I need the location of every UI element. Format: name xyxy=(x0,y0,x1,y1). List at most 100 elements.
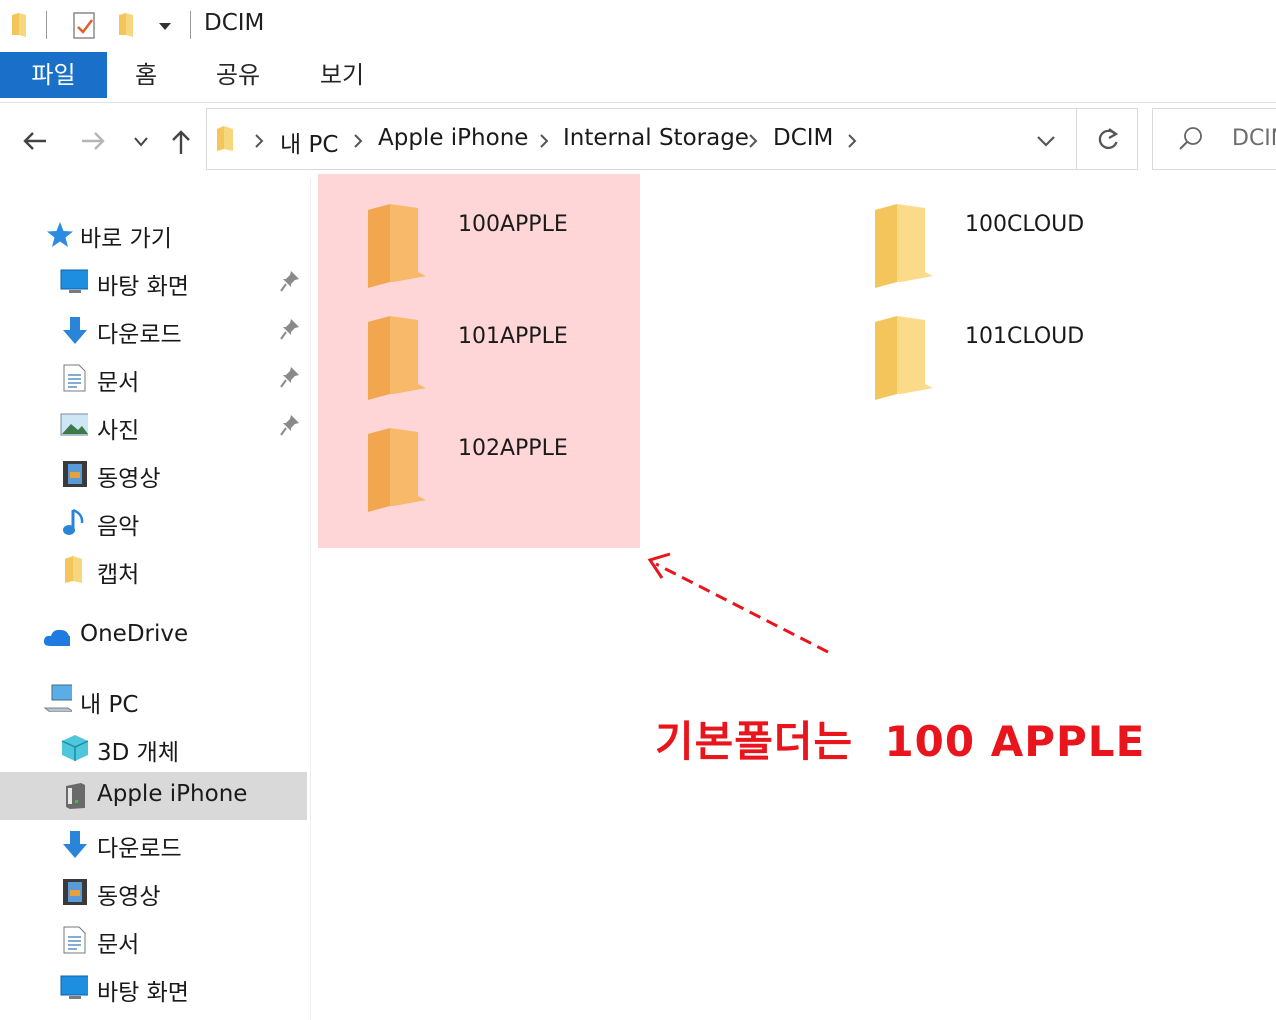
sidebar-item-label: 내 PC xyxy=(80,692,139,718)
download-icon xyxy=(63,317,87,344)
search-input[interactable]: DCIM xyxy=(1232,126,1276,151)
breadcrumb-separator-icon[interactable] xyxy=(538,133,550,149)
sidebar-item-onedrive[interactable]: OneDrive xyxy=(0,612,307,660)
sidebar-item-documents[interactable]: 문서 xyxy=(0,354,307,402)
navigation-pane: 바로 가기 바탕 화면 다운로드 문서 사진 동영상 음악 캡처 OneDriv… xyxy=(0,178,310,1020)
search-icon xyxy=(1179,127,1202,150)
sidebar-item-pictures[interactable]: 사진 xyxy=(0,402,307,450)
desktop-icon xyxy=(60,269,88,293)
sidebar-item-this-pc[interactable]: 내 PC xyxy=(0,676,307,724)
sidebar-item-pc-desktop[interactable]: 바탕 화면 xyxy=(0,964,307,1012)
folder-101apple[interactable]: 101APPLE xyxy=(320,288,620,400)
folder-icon xyxy=(12,13,26,37)
folder-icon xyxy=(368,428,426,512)
refresh-icon xyxy=(1098,128,1119,149)
quick-access-header[interactable]: 바로 가기 xyxy=(0,210,307,258)
breadcrumb-separator-icon[interactable] xyxy=(253,133,265,149)
tab-share[interactable]: 공유 xyxy=(200,52,276,98)
address-history-chevron-icon[interactable] xyxy=(1036,134,1056,148)
tab-file[interactable]: 파일 xyxy=(0,52,107,98)
sidebar-item-pc-documents[interactable]: 문서 xyxy=(0,916,307,964)
pin-icon[interactable] xyxy=(280,270,300,292)
picture-icon xyxy=(60,413,88,436)
folder-icon xyxy=(368,204,426,288)
sidebar-item-pc-downloads[interactable]: 다운로드 xyxy=(0,820,307,868)
up-arrow-icon[interactable] xyxy=(170,128,192,156)
sidebar-item-label: 음악 xyxy=(97,514,140,540)
sidebar-item-apple-iphone[interactable]: Apple iPhone xyxy=(0,772,307,820)
separator xyxy=(190,11,191,39)
ribbon-tabs: 파일 홈 공유 보기 xyxy=(0,52,1276,103)
sidebar-item-videos[interactable]: 동영상 xyxy=(0,450,307,498)
sidebar-item-downloads[interactable]: 다운로드 xyxy=(0,306,307,354)
tab-view[interactable]: 보기 xyxy=(304,52,380,98)
breadcrumb-dcim[interactable]: DCIM xyxy=(773,125,833,151)
breadcrumb-internal-storage[interactable]: Internal Storage xyxy=(563,125,749,151)
sidebar-item-label: 문서 xyxy=(97,370,140,396)
refresh-button[interactable] xyxy=(1076,108,1138,170)
properties-check-icon[interactable] xyxy=(73,12,97,40)
sidebar-item-label: Apple iPhone xyxy=(97,781,248,807)
breadcrumb-separator-icon[interactable] xyxy=(747,133,759,149)
folder-102apple[interactable]: 102APPLE xyxy=(320,400,620,512)
folder-icon xyxy=(65,556,82,583)
sidebar-item-label: 바탕 화면 xyxy=(97,980,189,1006)
folder-icon xyxy=(368,316,426,400)
back-arrow-icon[interactable] xyxy=(22,130,48,152)
breadcrumb-apple-iphone[interactable]: Apple iPhone xyxy=(378,125,528,151)
sidebar-item-label: 다운로드 xyxy=(97,836,182,862)
breadcrumb-this-pc[interactable]: 내 PC xyxy=(280,125,338,159)
sidebar-item-captures[interactable]: 캡처 xyxy=(0,546,307,594)
pin-icon[interactable] xyxy=(280,318,300,340)
customize-toolbar-dropdown-icon[interactable] xyxy=(158,21,172,31)
sidebar-item-desktop[interactable]: 바탕 화면 xyxy=(0,258,307,306)
folder-101cloud[interactable]: 101CLOUD xyxy=(827,288,1127,400)
desktop-icon xyxy=(60,975,88,999)
pane-divider[interactable] xyxy=(310,178,311,1020)
3d-objects-icon xyxy=(61,735,89,761)
music-icon xyxy=(63,508,84,535)
folder-icon xyxy=(217,126,233,151)
sidebar-item-label: 캡처 xyxy=(97,562,140,588)
computer-icon xyxy=(44,684,72,712)
sidebar-item-music[interactable]: 음악 xyxy=(0,498,307,546)
onedrive-cloud-icon xyxy=(43,629,70,646)
new-folder-icon[interactable] xyxy=(117,13,135,37)
sidebar-item-label: 다운로드 xyxy=(97,322,182,348)
folder-name: 101APPLE xyxy=(458,324,568,349)
phone-device-icon xyxy=(66,783,85,809)
separator xyxy=(46,11,47,39)
breadcrumb-separator-icon[interactable] xyxy=(846,133,858,149)
folder-100cloud[interactable]: 100CLOUD xyxy=(827,176,1127,288)
folder-name: 100CLOUD xyxy=(965,212,1085,237)
annotation-text: 기본폴더는 100 APPLE xyxy=(655,717,1146,766)
sidebar-item-label: OneDrive xyxy=(80,621,189,647)
folder-name: 100APPLE xyxy=(458,212,568,237)
pin-icon[interactable] xyxy=(280,414,300,436)
document-icon xyxy=(63,364,86,392)
pin-icon[interactable] xyxy=(280,366,300,388)
folder-100apple[interactable]: 100APPLE xyxy=(320,176,620,288)
sidebar-item-label: 3D 개체 xyxy=(97,740,179,766)
sidebar-item-label: 문서 xyxy=(97,932,140,958)
sidebar-item-label: 바탕 화면 xyxy=(97,274,189,300)
sidebar-item-3d-objects[interactable]: 3D 개체 xyxy=(0,724,307,772)
recent-locations-chevron-icon[interactable] xyxy=(133,136,149,148)
star-icon xyxy=(47,222,73,247)
video-icon xyxy=(63,879,87,905)
sidebar-item-label: 동영상 xyxy=(97,884,161,910)
breadcrumb-separator-icon[interactable] xyxy=(352,133,364,149)
folder-name: 102APPLE xyxy=(458,436,568,461)
folder-name: 101CLOUD xyxy=(965,324,1085,349)
title-bar: DCIM xyxy=(0,0,1276,50)
quick-access-label: 바로 가기 xyxy=(80,226,172,252)
tab-home[interactable]: 홈 xyxy=(118,52,174,98)
sidebar-item-label: 사진 xyxy=(97,418,140,444)
download-icon xyxy=(63,831,87,858)
document-icon xyxy=(63,926,86,954)
video-icon xyxy=(63,461,87,487)
folder-icon xyxy=(875,204,933,288)
forward-arrow-icon[interactable] xyxy=(80,130,106,152)
annotation-arrow xyxy=(647,552,829,654)
sidebar-item-pc-videos[interactable]: 동영상 xyxy=(0,868,307,916)
